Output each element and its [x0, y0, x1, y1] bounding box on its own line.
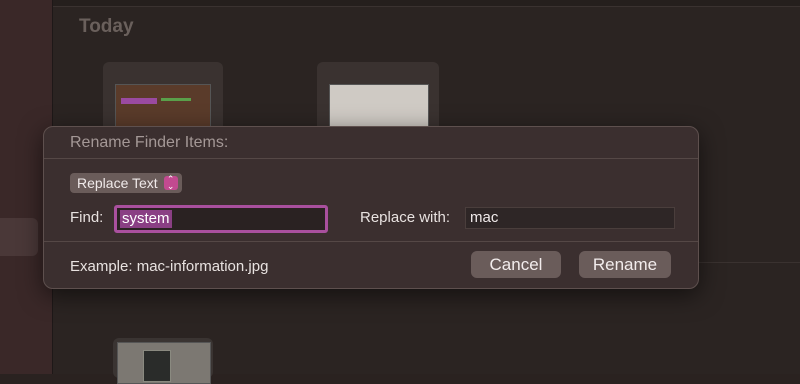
section-title: Today: [79, 16, 134, 37]
rename-mode-popup[interactable]: Replace Text ⌃ ⌄: [70, 173, 182, 193]
rename-dialog: Rename Finder Items: Replace Text ⌃ ⌄ Fin…: [43, 126, 699, 289]
file-thumbnail[interactable]: [113, 338, 213, 384]
rename-button[interactable]: Rename: [579, 251, 671, 278]
thumbnail-detail: [121, 98, 157, 104]
divider: [44, 241, 698, 242]
finder-toolbar-edge: [53, 0, 800, 7]
thumbnail-detail: [161, 98, 191, 101]
thumbnail-detail: [143, 350, 171, 382]
chevron-updown-icon: ⌃ ⌄: [163, 175, 178, 191]
cancel-button[interactable]: Cancel: [471, 251, 561, 278]
sidebar-selected-item[interactable]: [0, 218, 38, 256]
find-input[interactable]: system: [114, 205, 328, 233]
replace-input[interactable]: mac: [465, 207, 675, 229]
replace-label: Replace with:: [360, 209, 451, 226]
dialog-title: Rename Finder Items:: [70, 134, 229, 151]
example-text: Example: mac-information.jpg: [70, 258, 269, 275]
find-label: Find:: [70, 209, 104, 226]
divider: [44, 158, 698, 159]
rename-mode-label: Replace Text: [77, 175, 158, 191]
find-input-value: system: [120, 210, 172, 228]
